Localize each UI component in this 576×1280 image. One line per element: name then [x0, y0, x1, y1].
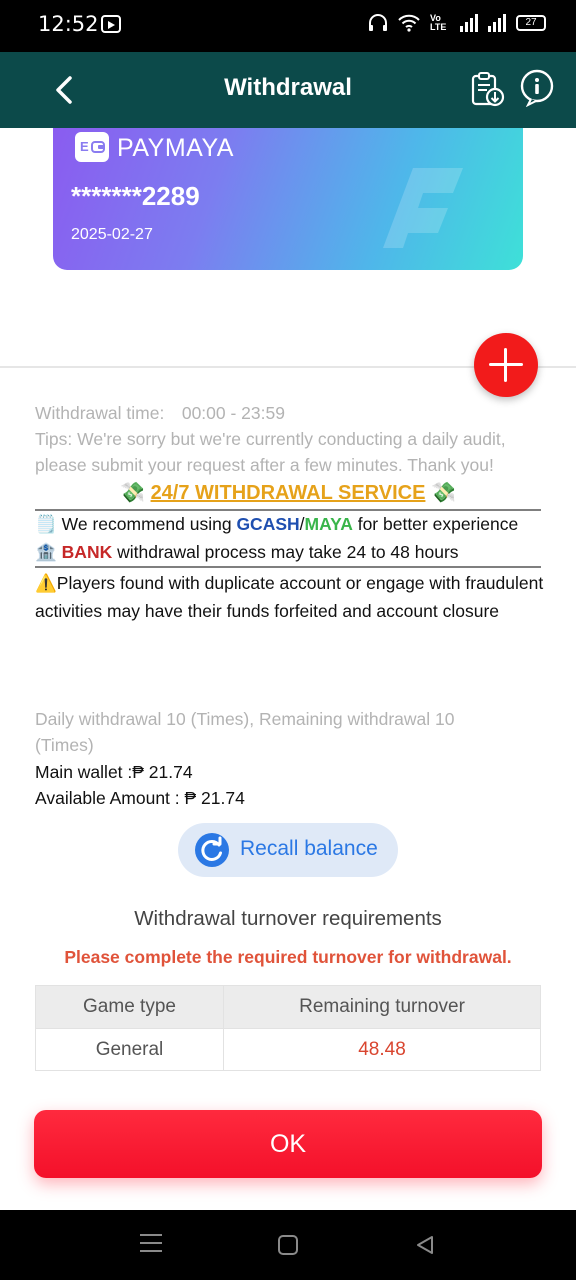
money-emoji: 💸	[120, 482, 145, 504]
turnover-title: Withdrawal turnover requirements	[134, 907, 442, 930]
paymaya-card[interactable]: E PAYMAYA *******2289 2025-02-27	[53, 128, 523, 270]
volte-indicator: Vo LTE	[430, 13, 447, 32]
info-help-icon[interactable]	[518, 69, 556, 107]
status-icons: Vo LTE 27	[368, 14, 546, 32]
gcash-label: GCASH	[236, 514, 300, 534]
paymaya-logo: E	[75, 132, 109, 162]
refresh-icon	[195, 833, 229, 867]
cell-remaining: 48.48	[358, 1038, 406, 1060]
card-watermark-icon	[383, 168, 463, 248]
wifi-icon	[398, 14, 420, 32]
column-remaining-turnover: Remaining turnover	[299, 996, 465, 1017]
money-emoji: 💸	[431, 482, 456, 504]
table-row: General 48.48	[36, 1028, 540, 1070]
cell-game-type: General	[36, 1029, 224, 1070]
daily-withdrawal-limit: Daily withdrawal 10 (Times), Remaining w…	[35, 709, 455, 755]
status-time: 12:52	[38, 12, 99, 36]
recommend-suffix: for better experience	[352, 514, 519, 534]
maya-label: MAYA	[304, 514, 353, 534]
bank-emoji: 🏦	[35, 542, 57, 562]
media-app-icon	[101, 15, 121, 33]
clipboard-download-icon[interactable]	[468, 70, 506, 108]
column-game-type: Game type	[36, 986, 224, 1028]
notepad-emoji: 🗒️	[35, 514, 57, 534]
withdrawal-time: Withdrawal time: 00:00 - 23:59	[35, 403, 285, 423]
fraud-warning: ⚠️Players found with duplicate account o…	[35, 573, 544, 621]
tips-text: Tips: We're sorry but we're currently co…	[35, 429, 506, 475]
ok-button[interactable]: OK	[34, 1110, 542, 1178]
available-amount: Available Amount : ₱ 21.74	[35, 788, 245, 808]
wallet-icon	[91, 141, 105, 153]
app-header: Withdrawal	[0, 52, 576, 128]
recall-balance-button[interactable]: Recall balance	[178, 823, 398, 877]
rule-top	[35, 509, 541, 511]
recall-balance-label: Recall balance	[240, 837, 378, 860]
recommend-line: 🗒️ We recommend using GCASH/MAYA for bet…	[35, 514, 518, 535]
turnover-warning: Please complete the required turnover fo…	[64, 947, 512, 967]
nav-back-icon[interactable]	[414, 1234, 436, 1256]
card-number: *******2289	[71, 181, 200, 211]
card-date: 2025-02-27	[71, 226, 153, 243]
headphones-icon	[369, 14, 387, 31]
bank-label: BANK	[61, 542, 113, 562]
bank-suffix: withdrawal process may take 24 to 48 hou…	[112, 542, 459, 562]
system-nav-bar	[0, 1210, 576, 1280]
battery-icon: 27	[516, 15, 546, 31]
card-brand: PAYMAYA	[117, 134, 234, 162]
service-title: 💸 24/7 WITHDRAWAL SERVICE 💸	[35, 480, 541, 505]
status-bar: 12:52 Vo LTE 27	[0, 0, 576, 52]
service-title-text: 24/7 WITHDRAWAL SERVICE	[150, 482, 426, 504]
rule-bottom	[35, 566, 541, 568]
menu-icon[interactable]	[140, 1234, 162, 1254]
main-wallet: Main wallet :₱ 21.74	[35, 762, 193, 782]
home-icon[interactable]	[278, 1235, 298, 1255]
bank-line: 🏦 BANK withdrawal process may take 24 to…	[35, 542, 459, 563]
logo-letter: E	[80, 139, 89, 154]
signal-icon	[460, 14, 478, 32]
table-header: Game type Remaining turnover	[36, 986, 540, 1028]
signal-icon-2	[488, 14, 506, 32]
add-account-button[interactable]	[474, 333, 538, 397]
turnover-table: Game type Remaining turnover General 48.…	[35, 985, 541, 1071]
recommend-prefix: We recommend using	[61, 514, 237, 534]
